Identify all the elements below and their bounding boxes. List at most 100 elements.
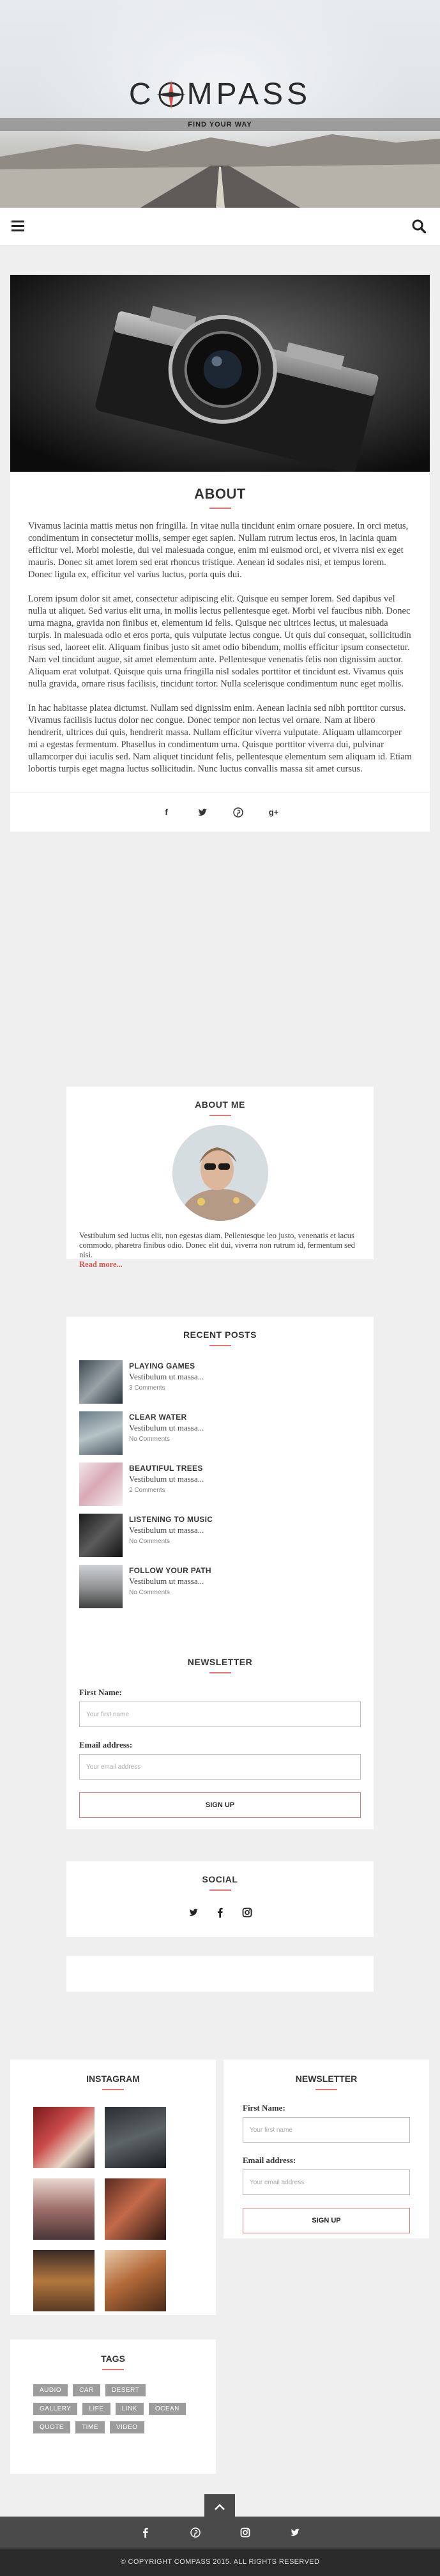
instagram-photo[interactable] [105,2107,166,2168]
camera-photo [10,275,430,472]
pinterest-icon[interactable] [190,2527,201,2538]
instagram-photo[interactable] [33,2250,95,2311]
tag-link[interactable]: AUDIO [33,2384,68,2396]
post-thumbnail[interactable] [79,1514,123,1557]
about-article: ABOUT Vivamus lacinia mattis metus non f… [10,275,430,832]
post-thumbnail[interactable] [79,1411,123,1455]
post-thumbnail[interactable] [79,1463,123,1506]
post-thumbnail[interactable] [79,1565,123,1608]
twitter-icon[interactable] [290,2527,300,2538]
header-hero: C MPASS FIND YOUR WAY [0,0,440,208]
facebook-icon[interactable] [140,2527,151,2538]
first-name-field[interactable]: Your first name [79,1702,361,1727]
landscape-image [0,134,440,208]
title-underline [209,1889,231,1891]
tag-link[interactable]: DESERT [105,2384,146,2396]
article-paragraph: Lorem ipsum dolor sit amet, consectetur … [28,594,411,689]
empty-widget [66,1956,374,1992]
footer-copyright: © COPYRIGHT COMPASS 2015. ALL RIGHTS RES… [0,2549,440,2576]
social-widget: SOCIAL [66,1861,374,1937]
recent-post-item[interactable]: LISTENING TO MUSIC Vestibulum ut massa...… [66,1514,374,1560]
about-me-avatar [172,1125,268,1221]
post-excerpt: Vestibulum ut massa... [129,1525,204,1535]
logo-text-right: MPASS [186,77,312,111]
post-title[interactable]: LISTENING TO MUSIC [129,1515,213,1524]
tags-widget: TAGS AUDIO CAR DESERT GALLERY LIFE LINK … [10,2339,216,2474]
tag-link[interactable]: GALLERY [33,2403,78,2415]
post-comments[interactable]: No Comments [129,1538,213,1545]
email-label: Email address: [79,1740,133,1750]
article-title: ABOUT [194,486,246,502]
post-comments[interactable]: No Comments [129,1589,211,1596]
newsletter-widget: NEWSLETTER First Name: Your first name E… [66,1644,374,1829]
instagram-photo[interactable] [105,2178,166,2240]
twitter-icon[interactable] [188,1907,199,1918]
site-logo[interactable]: C MPASS FIND YOUR WAY [0,77,440,131]
about-me-text: Vestibulum sed luctus elit, non egestas … [79,1231,355,1259]
recent-post-item[interactable]: CLEAR WATER Vestibulum ut massa... No Comm… [66,1411,374,1457]
article-paragraph: Vivamus lacinia mattis metus non fringil… [28,521,409,580]
site-tagline: FIND YOUR WAY [0,118,440,131]
instagram-photo[interactable] [105,2250,166,2311]
instagram-icon[interactable] [242,1907,252,1918]
recent-post-item[interactable]: BEAUTIFUL TREES Vestibulum ut massa... 2 C… [66,1463,374,1509]
post-title[interactable]: FOLLOW YOUR PATH [129,1566,211,1575]
post-comments[interactable]: No Comments [129,1436,204,1443]
back-to-top-button[interactable] [204,2494,235,2520]
first-name-label: First Name: [243,2103,285,2113]
post-excerpt: Vestibulum ut massa... [129,1474,204,1484]
tag-link[interactable]: VIDEO [109,2421,144,2433]
instagram-widget: INSTAGRAM [10,2060,216,2315]
tag-link[interactable]: OCEAN [148,2403,186,2415]
pinterest-icon[interactable] [232,807,243,818]
post-thumbnail[interactable] [79,1360,123,1404]
post-excerpt: Vestibulum ut massa... [129,1372,204,1381]
signup-button[interactable]: SIGN UP [243,2208,410,2233]
post-title[interactable]: PLAYING GAMES [129,1362,204,1370]
post-comments[interactable]: 2 Comments [129,1487,204,1494]
article-paragraph: In hac habitasse platea dictumst. Nullam… [28,703,412,774]
post-excerpt: Vestibulum ut massa... [129,1423,204,1432]
instagram-icon[interactable] [240,2527,250,2538]
recent-post-item[interactable]: FOLLOW YOUR PATH Vestibulum ut massa... No… [66,1565,374,1611]
signup-button[interactable]: SIGN UP [79,1792,361,1818]
recent-posts-title: RECENT POSTS [183,1330,257,1340]
email-field[interactable]: Your email address [79,1754,361,1780]
twitter-icon[interactable] [197,807,208,818]
share-bar: f g+ [10,792,430,832]
email-label: Email address: [243,2155,296,2165]
email-field[interactable]: Your email address [243,2169,410,2195]
tags-title: TAGS [101,2354,125,2364]
tag-link[interactable]: TIME [75,2421,105,2433]
newsletter-title: NEWSLETTER [187,1657,253,1667]
search-icon[interactable] [412,219,426,233]
instagram-photo[interactable] [33,2107,95,2168]
menu-icon[interactable] [11,221,24,232]
tag-link[interactable]: LIFE [82,2403,110,2415]
post-comments[interactable]: 3 Comments [129,1385,204,1392]
footer-social-bar [0,2517,440,2549]
post-title[interactable]: BEAUTIFUL TREES [129,1464,204,1473]
recent-post-item[interactable]: PLAYING GAMES Vestibulum ut massa... 3 Com… [66,1360,374,1406]
tag-link[interactable]: QUOTE [33,2421,71,2433]
googleplus-icon[interactable]: g+ [269,807,279,818]
facebook-icon[interactable]: f [162,807,172,818]
first-name-field[interactable]: Your first name [243,2117,410,2143]
chevron-up-icon [215,2504,225,2510]
first-name-label: First Name: [79,1688,122,1697]
post-title[interactable]: CLEAR WATER [129,1413,204,1422]
title-underline [209,1115,231,1116]
newsletter-widget-footer: NEWSLETTER First Name: Your first name E… [224,2060,429,2238]
top-navbar [0,208,440,246]
read-more-link[interactable]: Read more... [66,1260,374,1269]
post-excerpt: Vestibulum ut massa... [129,1576,204,1586]
about-me-widget: ABOUT ME Vestibulum sed luctus elit, non… [66,1087,374,1269]
article-body: Vivamus lacinia mattis metus non fringil… [10,509,430,775]
instagram-photo[interactable] [33,2178,95,2240]
logo-text-left: C [128,77,155,111]
tag-link[interactable]: CAR [73,2384,100,2396]
compass-icon [156,79,186,109]
recent-posts-widget: RECENT POSTS PLAYING GAMES Vestibulum ut … [66,1317,374,1662]
facebook-icon[interactable] [215,1907,225,1918]
tag-link[interactable]: LINK [115,2403,144,2415]
